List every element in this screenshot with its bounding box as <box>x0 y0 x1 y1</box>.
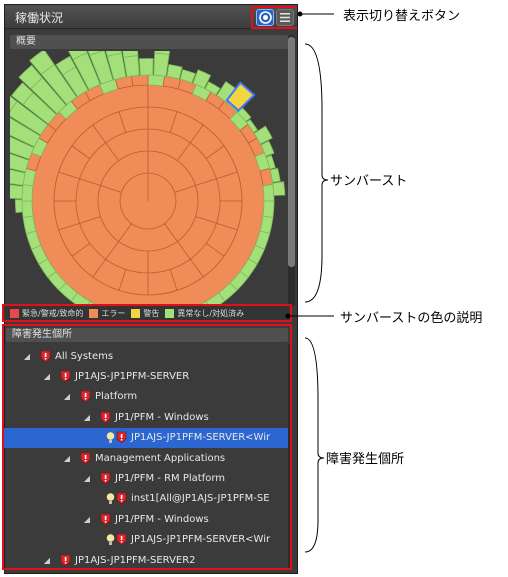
alert-icon <box>80 390 91 403</box>
alert-icon <box>60 554 71 566</box>
sunburst-segment[interactable] <box>138 58 154 76</box>
fault-locations-callout: 障害発生個所 <box>326 452 405 467</box>
tree-row[interactable]: ◢ Management Applications <box>4 448 288 468</box>
sunburst-view-button[interactable] <box>256 9 274 26</box>
tree-row[interactable]: ◢ JP1AJS-JP1PFM-SERVER2 <box>4 550 288 568</box>
tree-node-label: JP1AJS-JP1PFM-SERVER <box>75 370 190 382</box>
fault-locations-section: 障害発生個所 ◢ All Systems ◢ JP1AJS-JP1PFM-SERVER… <box>2 324 292 570</box>
tree-node-label: JP1/PFM - Windows <box>115 411 209 423</box>
overview-scrollbar-thumb[interactable] <box>288 37 295 267</box>
sunburst-segment[interactable] <box>153 52 170 77</box>
sunburst-segment[interactable] <box>123 55 140 78</box>
sunburst-icon <box>258 11 272 24</box>
overview-scrollbar[interactable] <box>288 35 295 307</box>
alert-icon <box>40 350 51 362</box>
expand-arrow-icon[interactable]: ◢ <box>22 352 32 361</box>
sunburst-segment[interactable] <box>166 64 183 80</box>
sunburst-segment[interactable] <box>21 200 34 218</box>
expand-arrow-icon[interactable]: ◢ <box>62 392 72 401</box>
tree-node-label: JP1AJS-JP1PFM-SERVER<Wir <box>131 432 271 444</box>
legend-label: エラー <box>101 308 126 318</box>
sunburst-chart[interactable] <box>5 36 286 328</box>
fault-tree-scrollbar[interactable] <box>288 344 290 568</box>
alert-icon <box>116 533 127 546</box>
legend-swatch <box>10 308 19 318</box>
bulb-icon <box>106 432 115 444</box>
tree-row[interactable]: inst1[All@JP1AJS-JP1PFM-SE <box>4 489 288 509</box>
alert-icon <box>60 370 71 383</box>
sunburst-segment[interactable] <box>195 178 221 224</box>
alert-icon <box>100 472 111 485</box>
expand-arrow-icon[interactable]: ◢ <box>42 372 52 381</box>
expand-arrow-icon[interactable]: ◢ <box>62 454 72 463</box>
expand-arrow-icon[interactable]: ◢ <box>82 474 92 483</box>
panel-title: 稼働状況 <box>15 11 64 25</box>
expand-arrow-icon[interactable]: ◢ <box>82 413 92 422</box>
list-view-button[interactable] <box>276 9 294 26</box>
tree-node-label: All Systems <box>55 350 114 362</box>
legend-swatch <box>131 308 141 318</box>
legend-item: エラー <box>89 308 125 319</box>
legend-label: 緊急/警戒/致命的 <box>22 308 84 318</box>
tree-row[interactable]: ◢ Platform <box>4 387 288 407</box>
view-toggle-buttons <box>251 6 297 29</box>
tree-node-label: JP1AJS-JP1PFM-SERVER2 <box>75 554 196 566</box>
expand-arrow-icon[interactable]: ◢ <box>82 515 92 524</box>
bulb-icon <box>106 534 115 546</box>
alert-icon <box>116 431 127 444</box>
tree-node-label: JP1/PFM - Windows <box>115 513 209 525</box>
tree-node-label: JP1AJS-JP1PFM-SERVER<Wir <box>131 534 271 546</box>
sunburst-segment[interactable] <box>6 184 24 199</box>
sunburst-legend: 緊急/警戒/致命的 エラー 警告 異常なし/対処済み <box>2 304 292 322</box>
bulb-icon <box>106 493 115 505</box>
sunburst-segment[interactable] <box>21 184 34 202</box>
legend-label: 異常なし/対処済み <box>177 308 245 318</box>
toggle-button-callout: 表示切り替えボタン <box>343 9 461 24</box>
legend-swatch <box>89 308 99 318</box>
alert-icon <box>100 513 111 526</box>
legend-item: 警告 <box>131 308 159 319</box>
sunburst-chart-area[interactable] <box>5 36 286 328</box>
legend-label: 警告 <box>143 308 160 318</box>
sunburst-segment[interactable] <box>272 181 286 196</box>
tree-row[interactable]: JP1AJS-JP1PFM-SERVER<Wir <box>4 427 288 448</box>
tree-node-label: inst1[All@JP1AJS-JP1PFM-SE <box>131 493 270 505</box>
sunburst-segment[interactable] <box>262 200 275 218</box>
sunburst-segment[interactable] <box>75 178 101 224</box>
legend-callout: サンバーストの色の説明 <box>340 311 483 326</box>
tree-row[interactable]: ◢ All Systems <box>4 346 288 366</box>
legend-item: 異常なし/対処済み <box>165 308 244 319</box>
fault-locations-header: 障害発生個所 <box>6 328 288 342</box>
tree-row[interactable]: ◢ JP1AJS-JP1PFM-SERVER <box>4 366 288 386</box>
expand-arrow-icon[interactable]: ◢ <box>42 556 52 565</box>
alert-icon <box>80 452 91 464</box>
alert-icon <box>116 492 127 505</box>
tree-node-label: Platform <box>95 391 138 403</box>
tree-row[interactable]: ◢ JP1/PFM - RM Platform <box>4 468 288 488</box>
list-icon <box>280 13 290 22</box>
sunburst-segment[interactable] <box>15 199 23 213</box>
fault-tree: ◢ All Systems ◢ JP1AJS-JP1PFM-SERVER ◢ Platfo… <box>4 346 288 568</box>
tree-node-label: Management Applications <box>95 452 226 464</box>
tree-row[interactable]: ◢ JP1/PFM - Windows <box>4 509 288 529</box>
sunburst-segment[interactable] <box>147 74 165 87</box>
legend-swatch <box>165 308 175 318</box>
sunburst-segment[interactable] <box>131 74 149 87</box>
overview-section-header: 概要 <box>10 35 288 49</box>
tree-node-label: JP1/PFM - RM Platform <box>115 472 226 484</box>
sunburst-callout: サンバースト <box>330 174 408 189</box>
title-bar: 稼働状況 <box>5 5 297 29</box>
sunburst-segment[interactable] <box>262 184 275 202</box>
tree-row[interactable]: JP1AJS-JP1PFM-SERVER<Wir <box>4 530 288 550</box>
tree-row[interactable]: ◢ JP1/PFM - Windows <box>4 407 288 427</box>
alert-icon <box>100 411 111 424</box>
legend-item: 緊急/警戒/致命的 <box>10 308 83 319</box>
